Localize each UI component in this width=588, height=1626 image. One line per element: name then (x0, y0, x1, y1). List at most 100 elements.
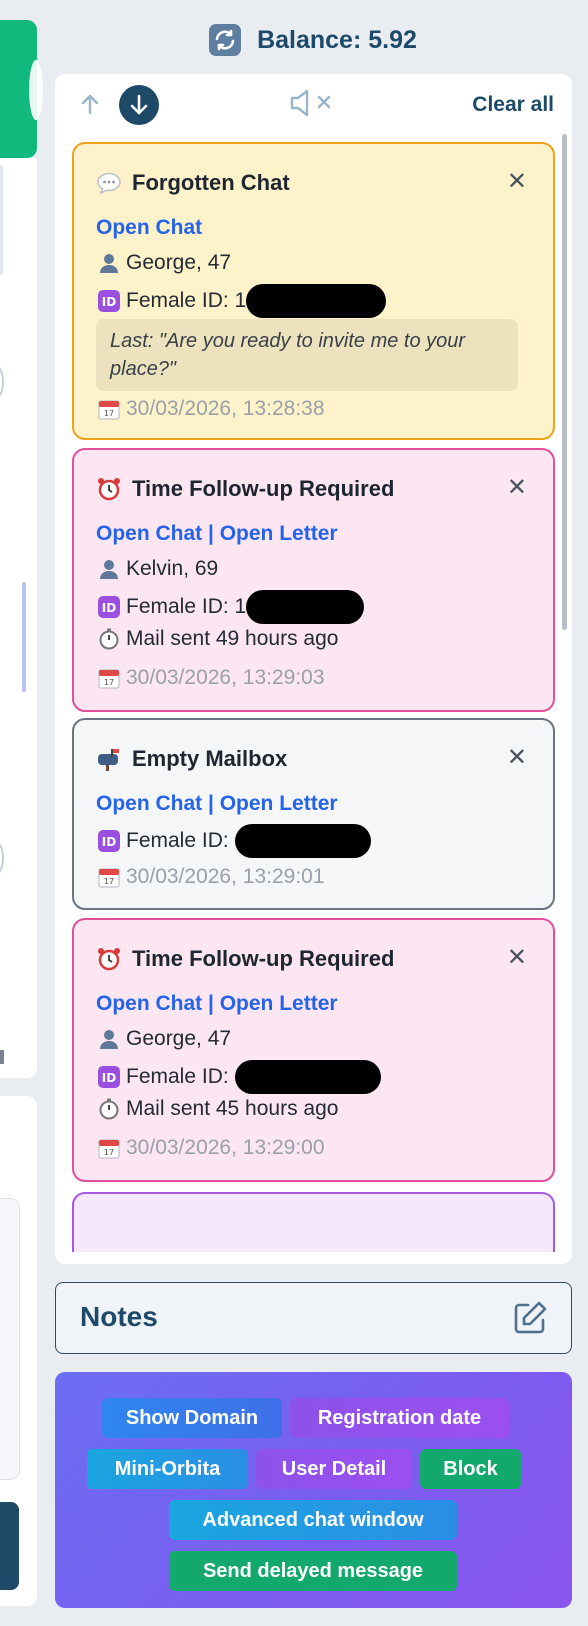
open-chat-link[interactable]: Open Chat (96, 522, 202, 545)
notifications-toolbar: Clear all (55, 74, 572, 138)
stopwatch-icon (96, 1096, 122, 1122)
id-icon: ID (96, 288, 122, 314)
notes-title: Notes (80, 1301, 158, 1332)
redacted-id (234, 824, 371, 858)
close-icon[interactable]: ✕ (507, 476, 527, 500)
notification-timestamp-row: 17 30/03/2026, 13:29:01 (96, 864, 325, 890)
arrow-down-icon[interactable] (119, 85, 159, 125)
notification-links: Open Chat (96, 216, 202, 240)
advanced-chat-window-button[interactable]: Advanced chat window (169, 1500, 457, 1540)
block-button[interactable]: Block (420, 1449, 521, 1489)
user-name-age: George, 47 (126, 251, 232, 274)
open-letter-link[interactable]: Open Letter (220, 792, 338, 815)
svg-text:ID: ID (102, 601, 116, 615)
notification-timestamp-row: 17 30/03/2026, 13:29:03 (96, 665, 325, 691)
notification-links: Open Chat | Open Letter (96, 792, 338, 816)
notification-user-row: Kelvin, 69 (96, 556, 218, 582)
user-name-age: Kelvin, 69 (126, 557, 219, 580)
notification-links: Open Chat | Open Letter (96, 992, 338, 1016)
refresh-icon[interactable] (209, 24, 242, 56)
notification-id-row: ID Female ID: (96, 1060, 381, 1094)
notification-card-time-followup: Time Follow-up Required ✕ Open Chat | Op… (72, 448, 555, 712)
link-separator: | (202, 992, 220, 1015)
female-id-label: Female ID: 1 (126, 289, 247, 312)
close-icon[interactable]: ✕ (507, 946, 527, 970)
clear-all-button[interactable]: Clear all (472, 93, 554, 117)
notes-section: Notes (55, 1282, 572, 1354)
notification-id-row: ID Female ID: (96, 824, 371, 858)
id-icon: ID (96, 828, 122, 854)
arrow-up-icon[interactable] (77, 90, 103, 118)
timestamp: 30/03/2026, 13:29:00 (126, 1136, 325, 1159)
female-id-label: Female ID: 1 (126, 595, 247, 618)
notification-id-row: ID Female ID: 1 (96, 590, 365, 624)
mail-status-row: Mail sent 49 hours ago (96, 626, 338, 652)
left-white-panel (0, 158, 37, 1078)
notification-timestamp-row: 17 30/03/2026, 13:29:00 (96, 1135, 325, 1161)
svg-text:ID: ID (102, 835, 116, 849)
notification-title: Empty Mailbox (132, 746, 288, 771)
calendar-icon: 17 (96, 864, 122, 890)
close-icon[interactable]: ✕ (507, 170, 527, 194)
id-icon: ID (96, 594, 122, 620)
female-id-label: Female ID: (126, 1065, 229, 1088)
open-letter-link[interactable]: Open Letter (220, 522, 338, 545)
user-icon (96, 1026, 122, 1052)
svg-text:17: 17 (104, 678, 114, 687)
open-chat-link[interactable]: Open Chat (96, 992, 202, 1015)
id-icon: ID (96, 1064, 122, 1090)
mail-status: Mail sent 49 hours ago (126, 627, 339, 650)
speech-bubble-icon (96, 170, 122, 196)
speaker-muted-icon[interactable] (289, 86, 339, 120)
notification-card-time-followup: Time Follow-up Required ✕ Open Chat | Op… (72, 918, 555, 1182)
notification-card-empty-mailbox: Empty Mailbox ✕ Open Chat | Open Letter … (72, 718, 555, 910)
user-detail-button[interactable]: User Detail (256, 1449, 412, 1489)
left-navy-button[interactable] (0, 1502, 19, 1590)
notification-id-row: ID Female ID: 1 (96, 284, 387, 318)
svg-text:ID: ID (102, 1071, 116, 1085)
close-icon[interactable]: ✕ (507, 746, 527, 770)
notification-card-forgotten-chat: Forgotten Chat ✕ Open Chat George, 47 ID… (72, 142, 555, 440)
link-separator: | (202, 792, 220, 815)
svg-text:17: 17 (104, 409, 114, 418)
svg-text:17: 17 (104, 1148, 114, 1157)
open-chat-link[interactable]: Open Chat (96, 216, 202, 239)
mailbox-icon (96, 746, 122, 772)
actions-panel: Show Domain Registration date Mini-Orbit… (55, 1372, 572, 1608)
open-chat-link[interactable]: Open Chat (96, 792, 202, 815)
notifications-panel: Clear all Forgotten Chat ✕ Open Chat Geo… (55, 74, 572, 1264)
open-letter-link[interactable]: Open Letter (220, 992, 338, 1015)
registration-date-button[interactable]: Registration date (290, 1398, 509, 1438)
edit-icon[interactable] (511, 1299, 549, 1337)
show-domain-button[interactable]: Show Domain (102, 1398, 282, 1438)
link-separator: | (202, 522, 220, 545)
notification-card-partial (72, 1192, 555, 1252)
left-white-panel-lower (0, 1096, 37, 1606)
calendar-icon: 17 (96, 665, 122, 691)
notification-title: Forgotten Chat (132, 170, 290, 195)
redacted-id (246, 284, 387, 318)
stopwatch-icon (96, 626, 122, 652)
user-icon (96, 250, 122, 276)
notifications-list: Forgotten Chat ✕ Open Chat George, 47 ID… (72, 142, 556, 1252)
redacted-id (246, 590, 365, 624)
redacted-id (234, 1060, 381, 1094)
send-delayed-message-button[interactable]: Send delayed message (169, 1551, 457, 1591)
balance-label: Balance: 5.92 (257, 25, 417, 54)
mail-status: Mail sent 45 hours ago (126, 1097, 339, 1120)
notification-user-row: George, 47 (96, 1026, 231, 1052)
left-scrollbar[interactable] (22, 582, 26, 692)
timestamp: 30/03/2026, 13:28:38 (126, 397, 325, 420)
mail-status-row: Mail sent 45 hours ago (96, 1096, 338, 1122)
notifications-scrollbar[interactable] (562, 134, 567, 630)
calendar-icon: 17 (96, 1135, 122, 1161)
alarm-clock-icon (96, 946, 122, 972)
mini-orbita-button[interactable]: Mini-Orbita (87, 1449, 248, 1489)
female-id-label: Female ID: (126, 829, 229, 852)
timestamp: 30/03/2026, 13:29:01 (126, 865, 325, 888)
notification-title: Time Follow-up Required (132, 946, 395, 971)
notification-user-row: George, 47 (96, 250, 231, 276)
notification-title: Time Follow-up Required (132, 476, 395, 501)
calendar-icon: 17 (96, 396, 122, 422)
notification-timestamp-row: 17 30/03/2026, 13:28:38 (96, 396, 325, 422)
